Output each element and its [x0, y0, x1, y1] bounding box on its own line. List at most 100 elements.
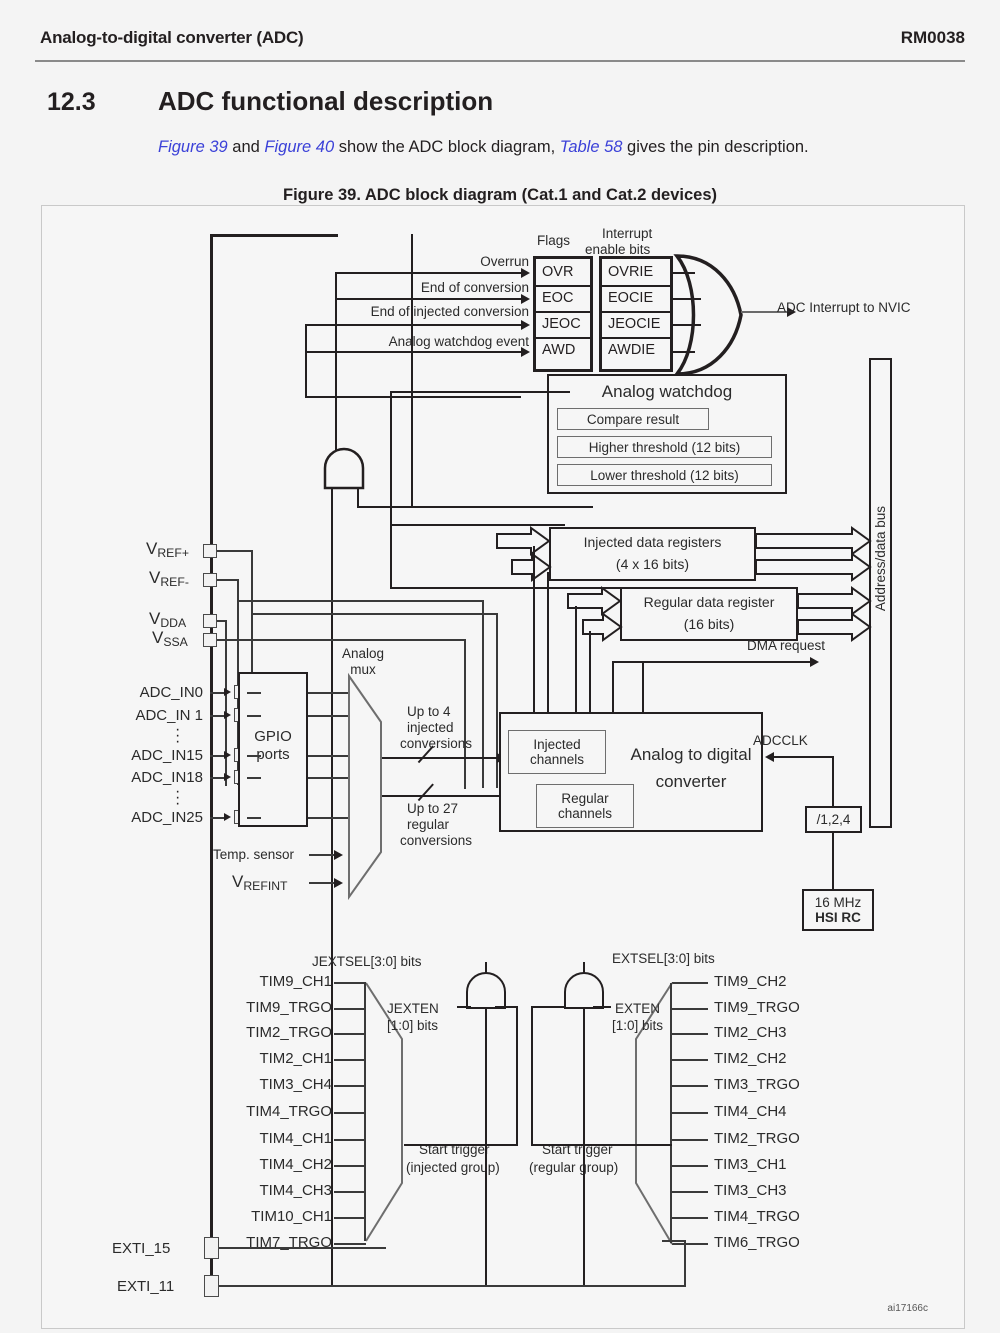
injected-data-registers-line2: (4 x 16 bits) — [615, 556, 690, 572]
wire-overrun-vertical — [335, 272, 337, 452]
regular-trigger-source-label: TIM2_CH3 — [714, 1024, 787, 1041]
ie-divider-2 — [602, 311, 670, 313]
exti-label-11: EXTI_11 — [117, 1278, 175, 1295]
wire-watchdog-return-h — [305, 396, 521, 398]
adc-input-label-25: ADC_IN25 — [131, 809, 203, 826]
hsi-rc-line1: 16 MHz — [814, 895, 862, 910]
exti-pin-11 — [204, 1275, 219, 1297]
adc-input-label-15: ADC_IN15 — [131, 747, 203, 764]
wire-to-regular-reg-v — [390, 524, 392, 588]
injected-mux-left-edge — [364, 983, 366, 1241]
wire-gpio-mux-25 — [308, 817, 351, 819]
supply-pin-vref-minus — [203, 573, 217, 587]
wire-regreg-down-1 — [575, 606, 577, 714]
gpio-stub-25 — [247, 817, 261, 819]
wire-vrefint — [309, 882, 335, 884]
regular-data-register-line1: Regular data register — [643, 594, 775, 610]
watchdog-compare-result: Compare result — [557, 408, 709, 430]
watchdog-compare-result-label: Compare result — [586, 411, 680, 427]
trigger-source-wire — [672, 1191, 708, 1193]
wire-jexten-right-v — [516, 1006, 518, 1146]
header-document-id: RM0038 — [900, 28, 965, 47]
dma-request-label: DMA request — [747, 638, 826, 653]
supply-pin-label-vref-minus: VREF- — [149, 568, 189, 590]
arrow-vrefint — [334, 878, 343, 888]
trigger-source-wire — [334, 1217, 366, 1219]
wire-ie-or-3 — [673, 324, 701, 326]
figure-caption: Figure 39. ADC block diagram (Cat.1 and … — [282, 186, 717, 204]
trigger-source-wire — [672, 1008, 708, 1010]
block-arrow-injected-to-bus-1 — [755, 526, 872, 556]
supply-pin-vdda — [203, 614, 217, 628]
arrow-adc-in15 — [224, 751, 231, 759]
trigger-source-wire — [672, 982, 708, 984]
flag-divider-3 — [536, 337, 590, 339]
wire-exti-11-top — [662, 1240, 686, 1242]
injected-channels-line1: Injected — [533, 737, 581, 752]
wire-prescaler-v — [832, 833, 834, 889]
injected-trigger-source-label: TIM9_TRGO — [246, 999, 332, 1016]
link-figure-39[interactable]: Figure 39 — [158, 138, 228, 156]
link-figure-40[interactable]: Figure 40 — [264, 138, 334, 156]
link-table-58[interactable]: Table 58 — [560, 138, 623, 156]
gpio-ports-line1: GPIO — [254, 728, 292, 745]
clock-prescaler-block: /1,2,4 — [805, 806, 862, 833]
supply-pin-label-vref-plus: VREF+ — [146, 539, 189, 561]
ie-divider-3 — [602, 337, 670, 339]
wire-and-left-h — [357, 506, 593, 508]
ie-eocie: EOCIE — [608, 290, 654, 306]
analog-mux-shape — [347, 672, 383, 901]
trigger-source-wire — [334, 982, 366, 984]
wire-top-left-h — [210, 234, 338, 237]
adc-converter-line2: converter — [655, 772, 727, 791]
temp-sensor-label: Temp. sensor — [213, 847, 295, 862]
address-data-bus-label: Address/data bus — [873, 506, 888, 612]
arrow-awd — [521, 347, 530, 357]
exten-label-line1: EXTEN — [615, 1001, 661, 1016]
watchdog-higher-threshold-label: Higher threshold (12 bits) — [588, 439, 741, 455]
event-label-end-of-injected-conversion: End of injected conversion — [370, 304, 529, 319]
ie-awdie: AWDIE — [608, 342, 655, 358]
wire-overrun — [335, 272, 523, 274]
wire-awd — [305, 351, 523, 353]
block-arrow-injected-2 — [511, 552, 552, 582]
wire-ie-or-4 — [673, 351, 695, 353]
trigger-source-wire — [672, 1112, 708, 1114]
figure-id-label: ai17166c — [887, 1303, 928, 1314]
injected-trigger-source-label: TIM9_CH1 — [259, 973, 332, 990]
trigger-source-wire — [672, 1217, 708, 1219]
regular-data-register-line2: (16 bits) — [683, 616, 735, 632]
watchdog-higher-threshold: Higher threshold (12 bits) — [557, 436, 772, 458]
regular-conv-line3: conversions — [400, 833, 473, 848]
wire-vssa-h — [217, 639, 464, 641]
block-arrow-injected-1 — [496, 526, 551, 556]
block-arrow-regular-to-bus-2 — [797, 612, 872, 642]
extsel-bits-label: EXTSEL[3:0] bits — [612, 951, 715, 966]
wire-gpio-mux-0 — [308, 692, 351, 694]
supply-pin-vref-plus — [203, 544, 217, 558]
adc-input-label-18: ADC_IN18 — [131, 769, 203, 786]
injected-trigger-source-label: TIM10_CH1 — [251, 1208, 332, 1225]
trigger-source-wire — [334, 1085, 366, 1087]
intro-text-2: show the ADC block diagram, — [334, 138, 560, 156]
block-arrow-regular-to-bus-1 — [797, 586, 872, 616]
wire-to-regular-reg — [390, 587, 626, 589]
injected-trigger-source-label: TIM4_CH1 — [259, 1130, 332, 1147]
injected-trigger-source-label: TIM4_TRGO — [246, 1103, 332, 1120]
wire-adcclk-h — [774, 756, 834, 758]
jextsel-bits-label: JEXTSEL[3:0] bits — [312, 954, 422, 969]
and-gate-watchdog-left — [321, 444, 367, 490]
wire-jexten-down — [485, 1008, 487, 1286]
clock-prescaler-label: /1,2,4 — [816, 812, 851, 827]
arrow-adcclk — [765, 752, 774, 762]
adc-input-label-0: ADC_IN0 — [139, 684, 203, 701]
wire-supply-v1 — [482, 600, 484, 788]
wire-jexten-in-v — [469, 1006, 471, 1008]
wire-supply-h2 — [237, 600, 482, 602]
analog-watchdog-title: Analog watchdog — [601, 382, 733, 401]
arrow-overrun — [521, 268, 530, 278]
wire-temp-sensor — [309, 854, 335, 856]
event-label-analog-watchdog-event: Analog watchdog event — [388, 334, 529, 349]
wire-adc-out-up — [642, 661, 644, 714]
flags-column-header: Flags — [537, 233, 571, 248]
